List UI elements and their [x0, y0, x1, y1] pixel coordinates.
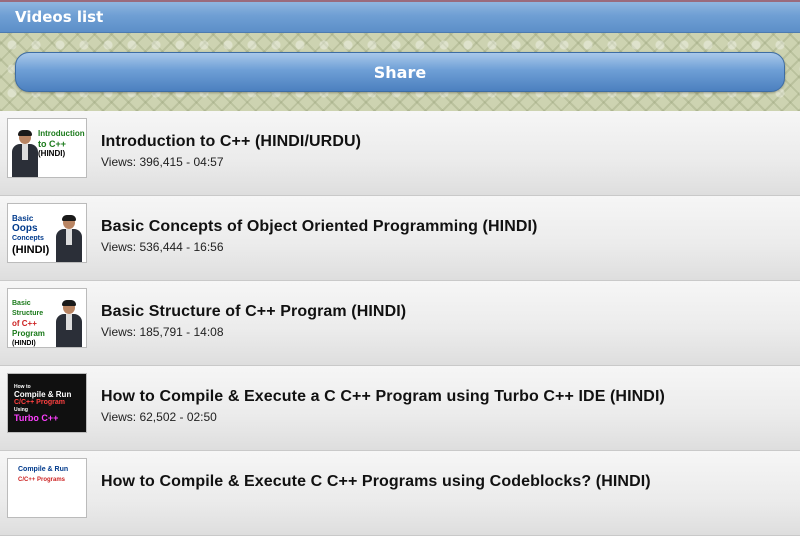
presenter-image	[12, 130, 38, 177]
thumb-text: C/C++ Program	[14, 399, 65, 406]
video-item[interactable]: How to Compile & Run C/C++ Program Using…	[0, 366, 800, 451]
thumb-text: Turbo C++	[14, 413, 59, 423]
video-meta: Views: 62,502 - 02:50	[101, 410, 217, 424]
video-list: Introduction to C++ (HINDI) Introduction…	[0, 111, 800, 536]
video-thumbnail: Basic Oops Concepts (HINDI)	[7, 203, 87, 263]
video-title: Basic Concepts of Object Oriented Progra…	[101, 218, 538, 235]
video-title: How to Compile & Execute C C++ Programs …	[101, 473, 651, 490]
video-title: Basic Structure of C++ Program (HINDI)	[101, 303, 407, 320]
thumb-text: Introduction	[38, 129, 85, 138]
video-item[interactable]: Introduction to C++ (HINDI) Introduction…	[0, 111, 800, 196]
video-thumbnail: How to Compile & Run C/C++ Program Using…	[7, 373, 87, 433]
video-item[interactable]: Compile & Run C/C++ Programs How to Comp…	[0, 451, 800, 536]
thumb-text: to C++	[38, 139, 67, 149]
video-item[interactable]: Basic Oops Concepts (HINDI) Basic Concep…	[0, 196, 800, 281]
video-item[interactable]: Basic Structure of C++ Program (HINDI) B…	[0, 281, 800, 366]
video-title: Introduction to C++ (HINDI/URDU)	[101, 133, 362, 150]
video-thumbnail: Compile & Run C/C++ Programs	[7, 458, 87, 518]
thumb-text: (HINDI)	[12, 340, 36, 347]
share-banner: Share	[0, 33, 800, 111]
share-button[interactable]: Share	[15, 52, 785, 92]
presenter-image	[56, 215, 82, 262]
app-title: Videos list	[15, 8, 104, 26]
video-thumbnail: Introduction to C++ (HINDI)	[7, 118, 87, 178]
thumb-text: Compile & Run	[14, 390, 72, 399]
thumb-text: of C++	[12, 319, 37, 328]
thumb-text: Program	[12, 329, 45, 338]
thumb-text: (HINDI)	[12, 244, 50, 256]
thumb-text: Concepts	[12, 235, 44, 242]
video-meta: Views: 396,415 - 04:57	[101, 155, 224, 169]
thumb-text: Basic Structure	[12, 300, 44, 317]
title-bar: Videos list	[0, 0, 800, 33]
thumb-text: Compile & Run	[18, 466, 69, 473]
video-title: How to Compile & Execute a C C++ Program…	[101, 388, 665, 405]
presenter-image	[56, 300, 82, 347]
video-thumbnail: Basic Structure of C++ Program (HINDI)	[7, 288, 87, 348]
thumb-text: C/C++ Programs	[18, 477, 66, 483]
thumb-text: (HINDI)	[38, 149, 66, 158]
video-meta: Views: 185,791 - 14:08	[101, 325, 224, 339]
video-meta: Views: 536,444 - 16:56	[101, 240, 224, 254]
thumb-text: Oops	[12, 223, 38, 234]
